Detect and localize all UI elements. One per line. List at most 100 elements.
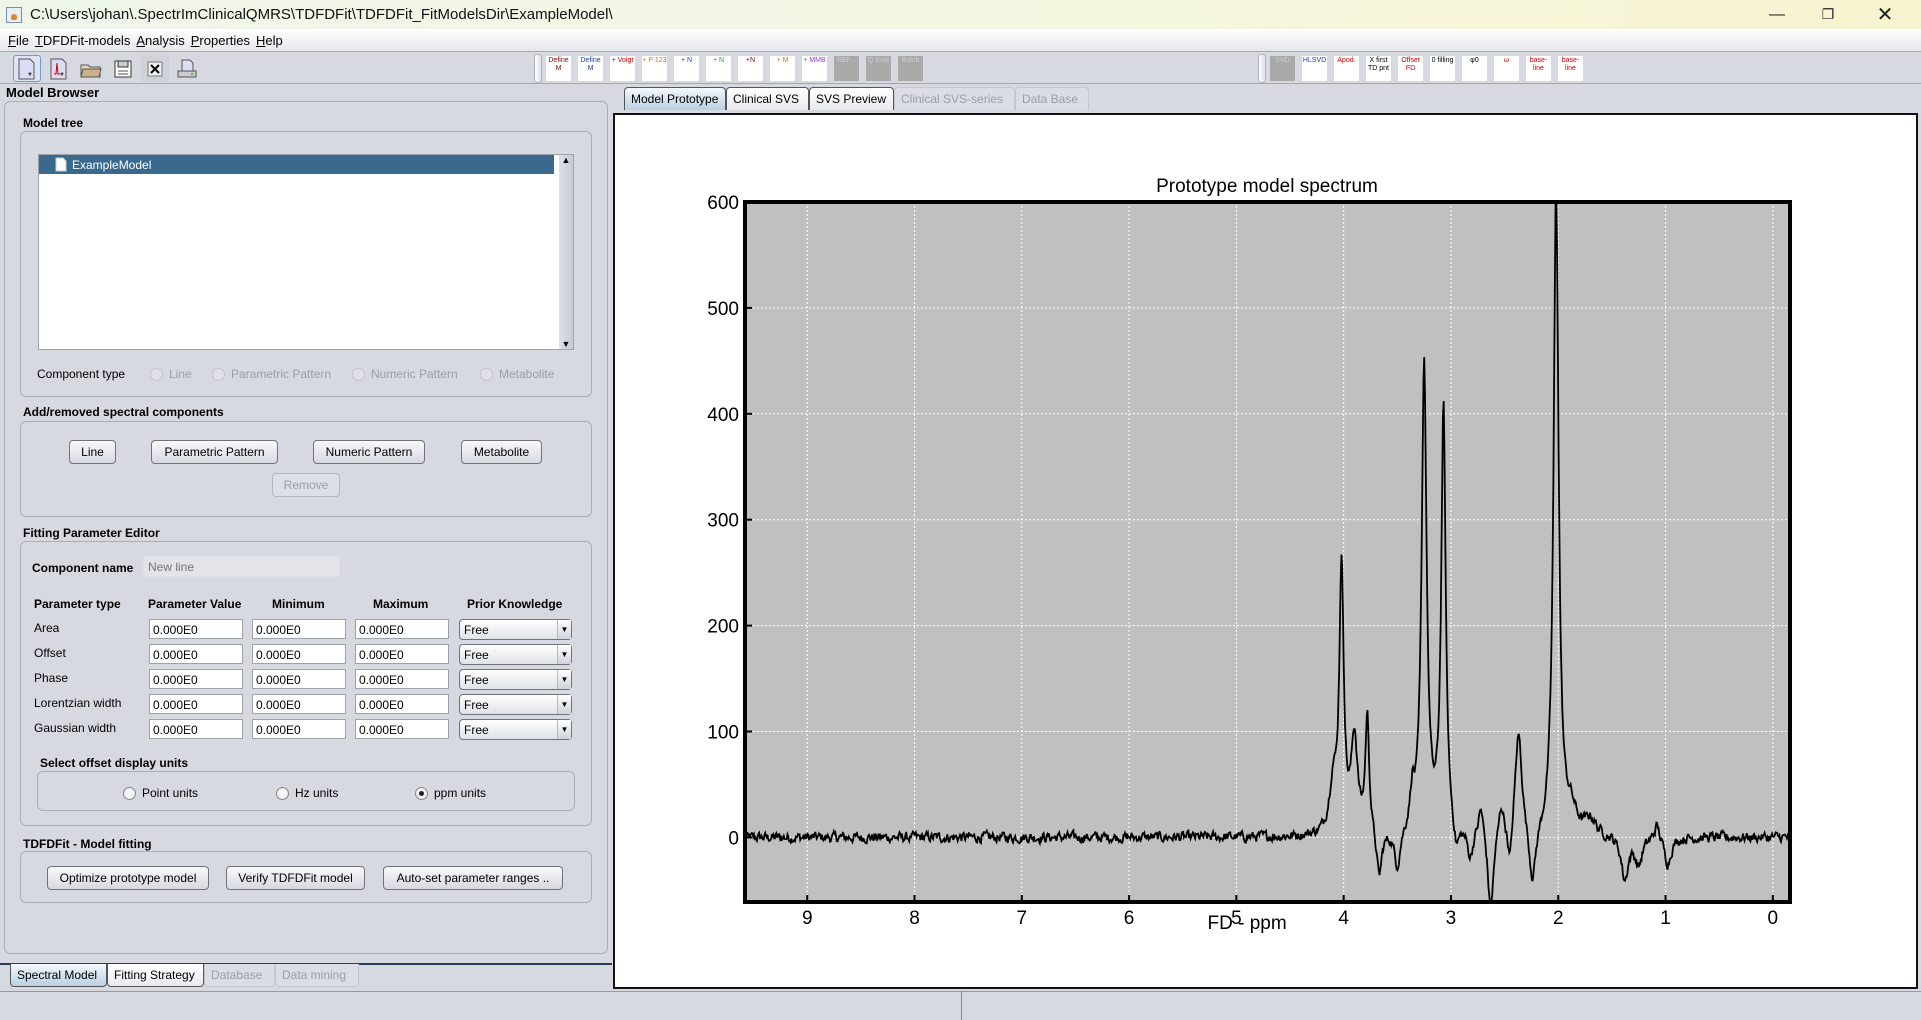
- tab-database[interactable]: Database: [204, 964, 275, 987]
- menu-tdfdfit-models[interactable]: TDFDFit-models: [35, 33, 130, 48]
- tab-spectral-model[interactable]: Spectral Model: [10, 964, 107, 987]
- maximum-input[interactable]: 0.000E0: [355, 619, 449, 639]
- model-tool-button-6[interactable]: +N: [738, 56, 763, 81]
- menu-file[interactable]: File: [8, 33, 29, 48]
- prior-knowledge-select[interactable]: Free ▼: [459, 694, 572, 715]
- component-type-parametric-radio[interactable]: Parametric Pattern: [212, 367, 331, 381]
- processing-tool-button-2[interactable]: Apod.: [1334, 56, 1359, 81]
- processing-tool-button-4[interactable]: Offset FD: [1398, 56, 1423, 81]
- remove-button[interactable]: Remove: [272, 473, 340, 497]
- component-type-metabolite-radio[interactable]: Metabolite: [480, 367, 554, 381]
- x-tick-label: 3: [1446, 908, 1457, 929]
- model-tool-icon: Batch: [901, 57, 920, 64]
- open-button[interactable]: [77, 55, 105, 82]
- new-pattern-model-button[interactable]: *: [45, 55, 73, 82]
- model-tool-icon: + M: [776, 57, 789, 64]
- auto-set-ranges-button[interactable]: Auto-set parameter ranges ..: [383, 866, 563, 890]
- parameter-value-input[interactable]: 0.000E0: [149, 619, 243, 639]
- tab-data-mining[interactable]: Data mining: [275, 964, 359, 987]
- processing-tool-button-5[interactable]: 0 filling: [1430, 56, 1455, 81]
- scroll-down-icon[interactable]: ▼: [559, 339, 573, 349]
- component-type-numeric-radio[interactable]: Numeric Pattern: [352, 367, 458, 381]
- tab-data-base[interactable]: Data Base: [1015, 87, 1089, 110]
- toolbar-separator: [1258, 54, 1266, 83]
- minimize-button[interactable]: —: [1754, 0, 1800, 29]
- model-tool-button-1[interactable]: Define M: [578, 56, 603, 81]
- parameter-value-input[interactable]: 0.000E0: [149, 694, 243, 714]
- model-tool-button-8[interactable]: + MMB: [802, 56, 827, 81]
- processing-tool-button-6[interactable]: φ0: [1462, 56, 1487, 81]
- x-tick-label: 1: [1660, 908, 1671, 929]
- add-metabolite-button[interactable]: Metabolite: [461, 440, 542, 464]
- minimum-input[interactable]: 0.000E0: [252, 719, 346, 739]
- verify-model-button[interactable]: Verify TDFDFit model: [226, 866, 365, 890]
- processing-tool-button-3[interactable]: X first TD pnt: [1366, 56, 1391, 81]
- radio-checked-icon: [415, 786, 428, 800]
- processing-tool-button-1[interactable]: HLSVD: [1302, 56, 1327, 81]
- tab-model-prototype[interactable]: Model Prototype: [624, 87, 726, 110]
- optimize-prototype-button[interactable]: Optimize prototype model: [47, 866, 209, 890]
- processing-tool-button-7[interactable]: ω: [1494, 56, 1519, 81]
- prior-knowledge-select[interactable]: Free ▼: [459, 719, 572, 740]
- chevron-down-icon: ▼: [557, 720, 571, 739]
- parameter-type-label: Area: [34, 621, 60, 635]
- prior-knowledge-select[interactable]: Free ▼: [459, 669, 572, 690]
- tree-item-examplemodel[interactable]: ExampleModel: [39, 155, 554, 174]
- prior-knowledge-select[interactable]: Free ▼: [459, 619, 572, 640]
- model-tool-button-9[interactable]: REF...: [834, 56, 859, 81]
- print-button[interactable]: [173, 55, 201, 82]
- maximum-input[interactable]: 0.000E0: [355, 644, 449, 664]
- add-remove-title: Add/removed spectral components: [23, 405, 224, 419]
- radio-icon: [480, 367, 493, 381]
- tree-scrollbar[interactable]: ▲ ▼: [559, 155, 573, 349]
- add-line-button[interactable]: Line: [69, 440, 116, 464]
- model-tree[interactable]: ExampleModel ▲ ▼: [38, 154, 574, 350]
- hz-units-radio[interactable]: Hz units: [276, 786, 338, 800]
- model-tool-button-4[interactable]: + N: [674, 56, 699, 81]
- tab-svs-preview[interactable]: SVS Preview: [809, 87, 894, 110]
- close-model-button[interactable]: [141, 55, 169, 82]
- save-button[interactable]: [109, 55, 137, 82]
- menu-properties[interactable]: Properties: [191, 33, 250, 48]
- model-tool-button-0[interactable]: Define M: [546, 56, 571, 81]
- maximum-input[interactable]: 0.000E0: [355, 694, 449, 714]
- point-units-radio[interactable]: Point units: [123, 786, 198, 800]
- minimum-input[interactable]: 0.000E0: [252, 644, 346, 664]
- component-name-input[interactable]: [143, 556, 340, 577]
- restore-button[interactable]: ❐: [1805, 0, 1851, 29]
- spectrum-chart[interactable]: Prototype model spectrum 9 8 7 6 5 4 3 2 1 001002…: [615, 115, 1916, 987]
- new-model-button[interactable]: *: [13, 55, 41, 82]
- menu-analysis[interactable]: Analysis: [136, 33, 184, 48]
- tab-clinical-svs-series[interactable]: Clinical SVS-series: [894, 87, 1015, 110]
- component-name-label: Component name: [32, 561, 134, 575]
- model-tool-button-10[interactable]: Q Eval: [866, 56, 891, 81]
- tab-clinical-svs[interactable]: Clinical SVS: [726, 87, 809, 110]
- processing-tool-button-9[interactable]: base- line: [1558, 56, 1583, 81]
- add-numeric-pattern-button[interactable]: Numeric Pattern: [313, 440, 425, 464]
- add-parametric-pattern-button[interactable]: Parametric Pattern: [151, 440, 278, 464]
- processing-tool-button-0[interactable]: SVD: [1270, 56, 1295, 81]
- model-tool-button-5[interactable]: + N: [706, 56, 731, 81]
- prior-knowledge-select[interactable]: Free ▼: [459, 644, 572, 665]
- menu-help[interactable]: Help: [256, 33, 283, 48]
- model-tool-button-3[interactable]: + P 123: [642, 56, 667, 81]
- processing-tool-button-8[interactable]: base- line: [1526, 56, 1551, 81]
- minimum-input[interactable]: 0.000E0: [252, 619, 346, 639]
- model-tool-button-7[interactable]: + M: [770, 56, 795, 81]
- maximum-input[interactable]: 0.000E0: [355, 669, 449, 689]
- model-tool-button-11[interactable]: Batch: [898, 56, 923, 81]
- ppm-units-radio[interactable]: ppm units: [415, 786, 486, 800]
- radio-label: Metabolite: [499, 367, 555, 381]
- minimum-input[interactable]: 0.000E0: [252, 694, 346, 714]
- model-tool-button-2[interactable]: + Voigt: [610, 56, 635, 81]
- minimum-input[interactable]: 0.000E0: [252, 669, 346, 689]
- close-button[interactable]: ✕: [1862, 0, 1908, 29]
- parameter-value-input[interactable]: 0.000E0: [149, 669, 243, 689]
- scroll-up-icon[interactable]: ▲: [559, 155, 573, 165]
- parameter-value-input[interactable]: 0.000E0: [149, 719, 243, 739]
- tab-fitting-strategy[interactable]: Fitting Strategy: [107, 964, 204, 987]
- parameter-value-input[interactable]: 0.000E0: [149, 644, 243, 664]
- close-icon: ✕: [1876, 4, 1894, 26]
- component-type-line-radio[interactable]: Line: [150, 367, 192, 381]
- maximum-input[interactable]: 0.000E0: [355, 719, 449, 739]
